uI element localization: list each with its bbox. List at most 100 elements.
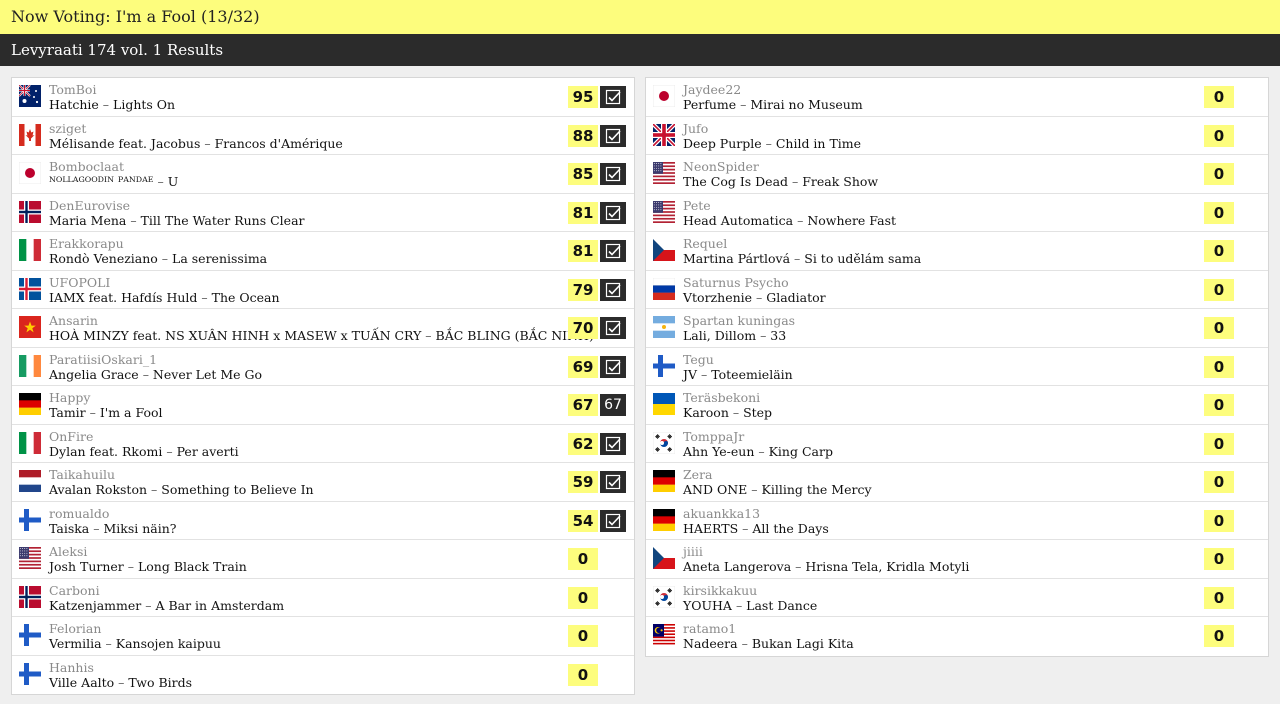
- voter-name: sziget: [49, 120, 87, 136]
- result-row: OnFire Dylan feat. Rkomi – Per averti 62: [12, 425, 634, 463]
- voter-name: romualdo: [49, 505, 110, 521]
- song-entry: Head Automatica – Nowhere Fast: [683, 213, 896, 228]
- separator: –: [141, 597, 156, 613]
- italy-flag-icon: [19, 431, 41, 454]
- score-badge: 0: [568, 586, 598, 609]
- korea-flag-icon: [653, 431, 675, 454]
- voter-name: Carboni: [49, 582, 100, 598]
- song-artist: YOUHA: [683, 597, 732, 613]
- score-badge: 62: [568, 432, 598, 455]
- song-entry: Tamir – I'm a Fool: [49, 405, 163, 420]
- voted-check-icon: [600, 163, 626, 185]
- vietnam-flag-icon: [19, 316, 41, 338]
- voted-check-icon: [600, 86, 626, 108]
- song-entry: Martina Pártlová – Si to udělám sama: [683, 251, 921, 266]
- song-artist: ᴺᴼᴸᴸᴬᴳᴼᴼᴰᴵᴺ ᴾᴬᴺᴰᴬᴱ: [49, 174, 154, 189]
- song-artist: Deep Purple: [683, 135, 762, 151]
- current-score-badge: 67: [600, 394, 626, 416]
- score-badge: 0: [1204, 471, 1234, 493]
- result-row: Spartan kuningas Lali, Dillom – 33 0: [646, 309, 1268, 348]
- result-row: jiiii Aneta Langerova – Hrisna Tela, Krid…: [646, 540, 1268, 579]
- finland-flag-icon: [19, 624, 41, 646]
- finland-flag-icon: [653, 354, 675, 377]
- song-artist: Lali, Dillom: [683, 328, 757, 343]
- separator: –: [98, 97, 114, 112]
- score-badge: 0: [568, 625, 598, 647]
- song-artist: Rondò Veneziano: [49, 251, 158, 266]
- russia-flag-icon: [653, 277, 675, 300]
- iceland-flag-icon: [19, 277, 41, 300]
- score-badge: 0: [1204, 355, 1234, 378]
- voted-check-icon: [600, 471, 626, 493]
- separator: –: [747, 482, 762, 497]
- score-badge: 0: [1204, 432, 1234, 455]
- song-title: Something to Believe In: [161, 482, 314, 497]
- song-artist: Mélisande feat. Jacobus: [49, 135, 201, 151]
- song-entry: Dylan feat. Rkomi – Per averti: [49, 444, 239, 459]
- result-row: Requel Martina Pártlová – Si to udělám sa…: [646, 232, 1268, 271]
- song-artist: JV: [683, 366, 698, 382]
- song-entry: Hatchie – Lights On: [49, 97, 175, 112]
- voted-check-icon: [600, 317, 626, 339]
- result-row: romualdo Taiska – Miksi näin? 54: [12, 502, 634, 540]
- separator: –: [157, 251, 173, 266]
- voted-check-icon: [600, 432, 626, 455]
- score-badge: 0: [1204, 548, 1234, 570]
- result-row: Saturnus Psycho Vtorzhenie – Gladiator 0: [646, 271, 1268, 309]
- separator: –: [114, 674, 129, 690]
- result-row: Carboni Katzenjammer – A Bar in Amsterdam…: [12, 579, 634, 617]
- song-artist: Karoon: [683, 405, 729, 420]
- voter-name: kirsikkakuu: [683, 582, 758, 598]
- score-badge: 59: [568, 471, 598, 493]
- separator: –: [200, 135, 215, 151]
- song-title: Hrisna Tela, Kridla Motyli: [805, 559, 970, 574]
- song-artist: Martina Pártlová: [683, 251, 791, 266]
- song-entry: Karoon – Step: [683, 405, 772, 420]
- voted-check-icon: [600, 278, 626, 301]
- voter-name: Felorian: [49, 621, 102, 636]
- voter-name: Happy: [49, 390, 91, 405]
- voter-name: akuankka13: [683, 505, 761, 521]
- song-title: Toteemieläin: [711, 366, 793, 382]
- song-title: I'm a Fool: [99, 405, 163, 420]
- song-title: Per averti: [176, 443, 239, 459]
- separator: –: [123, 559, 138, 574]
- separator: –: [790, 251, 805, 266]
- usa-flag-icon: [19, 547, 41, 569]
- song-entry: IAMX feat. Hafdís Huld – The Ocean: [49, 290, 280, 305]
- song-title: Nowhere Fast: [807, 212, 897, 228]
- song-entry: Maria Mena – Till The Water Runs Clear: [49, 213, 305, 228]
- song-artist: Perfume: [683, 97, 737, 112]
- song-entry: Vtorzhenie – Gladiator: [683, 290, 826, 305]
- voter-name: DenEurovise: [49, 197, 131, 213]
- voted-check-icon: [600, 201, 626, 224]
- score-badge: 0: [1204, 163, 1234, 185]
- czech-flag-icon: [653, 239, 675, 261]
- song-artist: Head Automatica: [683, 212, 794, 228]
- result-row: ParatiisiOskari_1 Angelia Grace – Never L…: [12, 348, 634, 386]
- usa-flag-icon: [653, 200, 675, 223]
- voter-name: Bomboclaat: [49, 159, 125, 174]
- norway-flag-icon: [19, 585, 41, 608]
- separator: –: [752, 289, 767, 305]
- separator: –: [728, 405, 744, 420]
- song-entry: ᴺᴼᴸᴸᴬᴳᴼᴼᴰᴵᴺ ᴾᴬᴺᴰᴬᴱ – U: [49, 174, 178, 189]
- song-title: Francos d'Amérique: [214, 135, 343, 151]
- song-entry: Mélisande feat. Jacobus – Francos d'Amér…: [49, 136, 343, 151]
- separator: –: [101, 636, 116, 651]
- score-badge: 67: [568, 394, 598, 416]
- voted-check-icon: [600, 124, 626, 147]
- song-entry: Perfume – Mirai no Museum: [683, 97, 863, 112]
- song-title: Till The Water Runs Clear: [140, 212, 305, 228]
- separator: –: [89, 520, 104, 536]
- italy-flag-icon: [19, 239, 41, 261]
- song-artist: Josh Turner: [49, 559, 124, 574]
- result-row: sziget Mélisande feat. Jacobus – Francos …: [12, 117, 634, 155]
- separator: –: [788, 174, 803, 189]
- song-artist: HAERTS: [683, 520, 739, 536]
- voter-name: Requel: [683, 236, 728, 251]
- score-badge: 81: [568, 240, 598, 262]
- germany-flag-icon: [653, 508, 675, 531]
- result-row: Taikahuilu Avalan Rokston – Something to …: [12, 463, 634, 502]
- song-title: Killing the Mercy: [761, 482, 872, 497]
